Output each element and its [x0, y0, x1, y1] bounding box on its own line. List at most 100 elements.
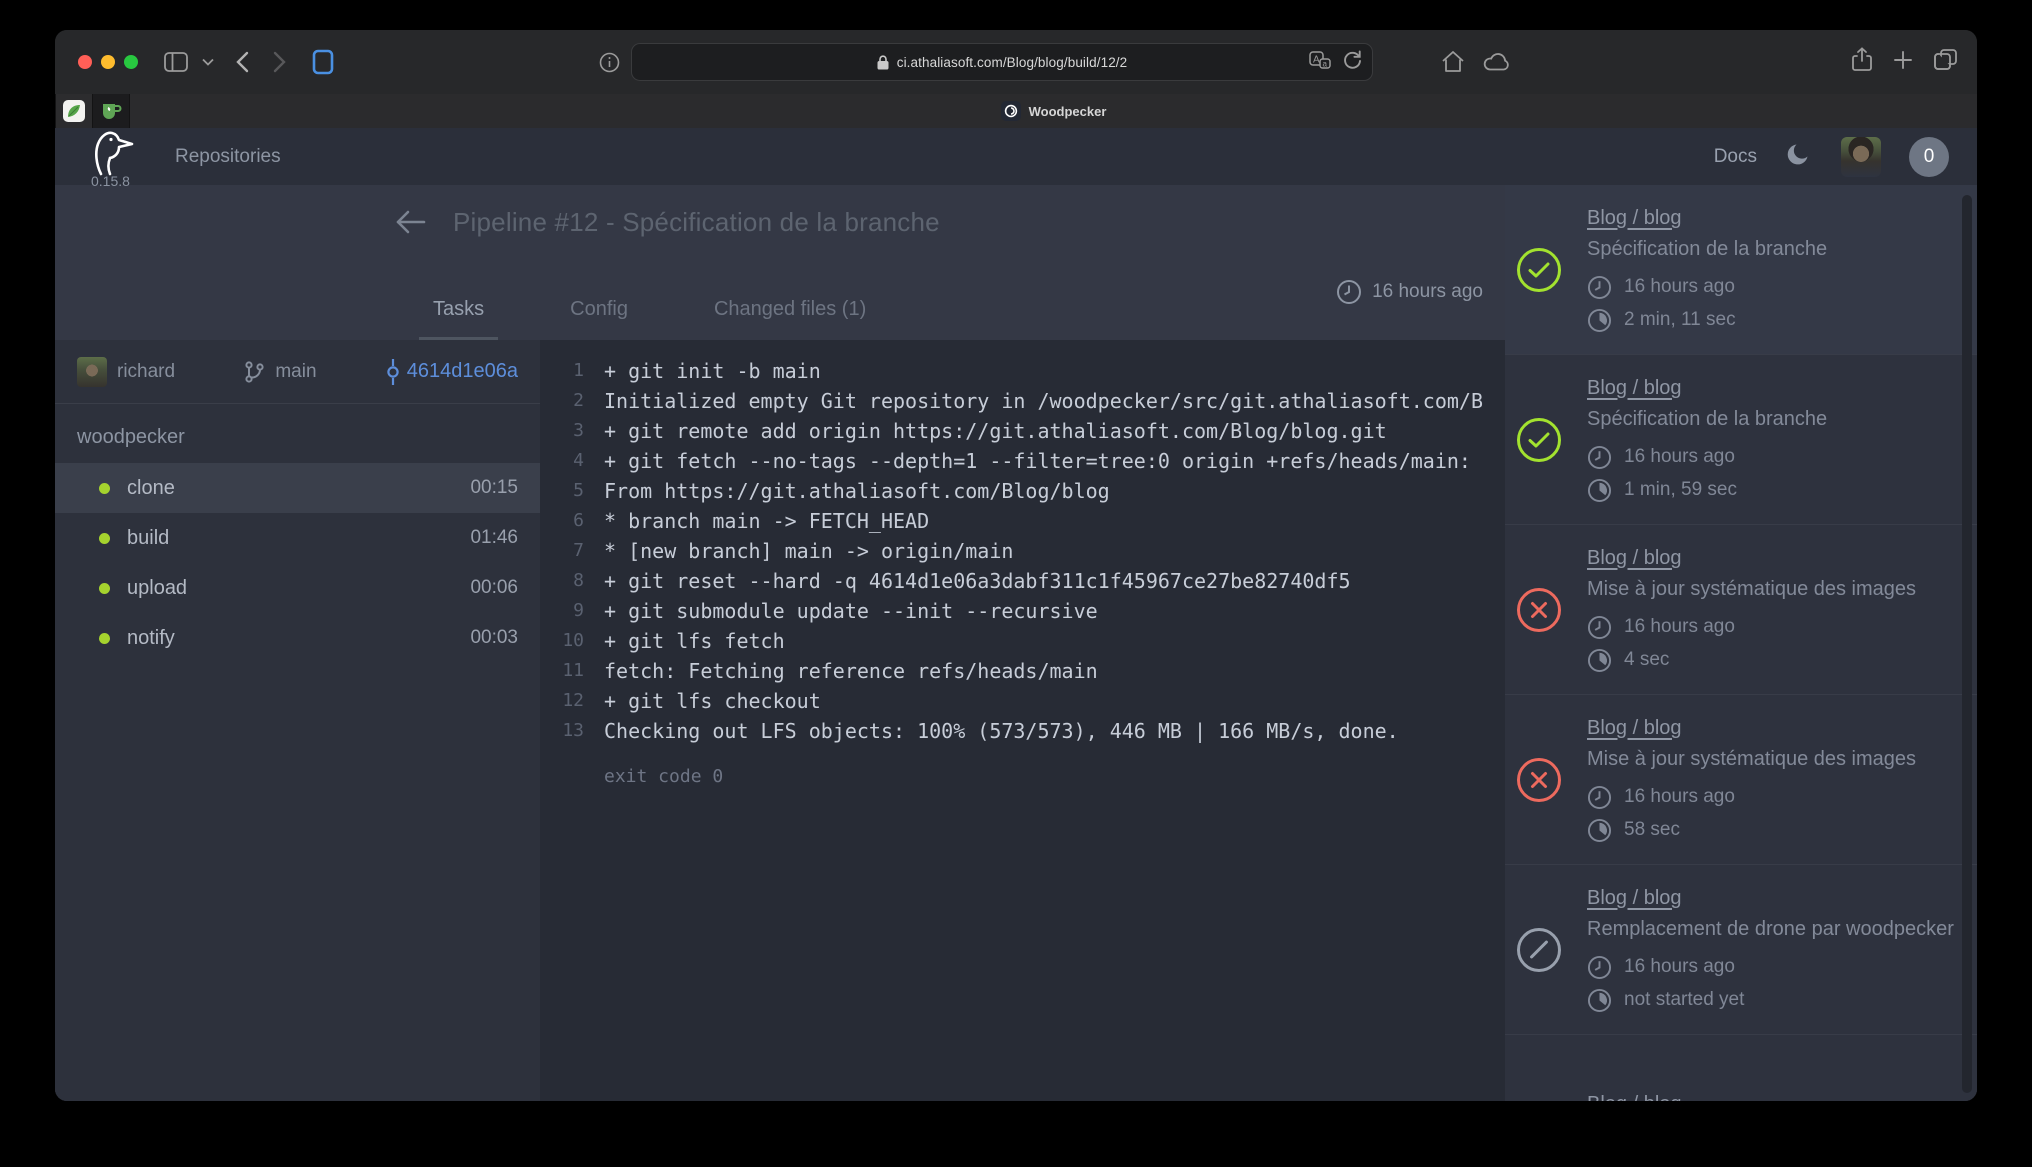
workflow-group-label: woodpecker	[55, 404, 540, 463]
log-output[interactable]: 1+ git init -b main 2Initialized empty G…	[540, 340, 1505, 1101]
info-icon[interactable]	[599, 52, 620, 78]
task-row-notify[interactable]: notify 00:03	[55, 613, 540, 663]
branch-name: main	[275, 361, 316, 383]
feather-favicon-icon	[63, 100, 85, 122]
home-icon[interactable]	[1441, 50, 1465, 78]
woodpecker-logo[interactable]: 0.15.8	[85, 128, 139, 185]
repo-link[interactable]: Blog / blog	[1587, 1093, 1682, 1102]
duration-icon	[1587, 988, 1612, 1013]
pipeline-header: Pipeline #12 - Spécification de la branc…	[55, 185, 1505, 340]
log-line: 4+ git fetch --no-tags --depth=1 --filte…	[540, 446, 1505, 476]
tab-woodpecker[interactable]: Woodpecker	[130, 94, 1977, 128]
pipeline-created: 16 hours ago	[1336, 279, 1483, 305]
clock-icon	[1336, 279, 1362, 305]
success-icon	[1517, 418, 1561, 462]
commit-hash: 4614d1e06a	[407, 360, 518, 383]
nav-docs[interactable]: Docs	[1714, 146, 1757, 168]
url-text: ci.athaliasoft.com/Blog/blog/build/12/2	[897, 55, 1128, 70]
task-row-build[interactable]: build 01:46	[55, 513, 540, 563]
repo-link[interactable]: Blog / blog	[1587, 887, 1682, 909]
user-avatar[interactable]	[1841, 137, 1881, 177]
task-status-dot	[99, 633, 110, 644]
branch-icon	[243, 360, 265, 384]
task-row-clone[interactable]: clone 00:15	[55, 463, 540, 513]
commit-message: Spécification de la branche	[1587, 238, 1827, 261]
nav-repositories[interactable]: Repositories	[175, 146, 281, 168]
log-line: 11fetch: Fetching reference refs/heads/m…	[540, 656, 1505, 686]
notification-badge[interactable]: 0	[1909, 137, 1949, 177]
new-tab-icon[interactable]	[1894, 51, 1912, 74]
commit-message: Mise à jour systématique des images	[1587, 748, 1916, 771]
scrollbar[interactable]	[1962, 195, 1972, 1093]
clock-icon	[1587, 955, 1612, 980]
log-line: 3+ git remote add origin https://git.ath…	[540, 416, 1505, 446]
log-line: 6* branch main -> FETCH_HEAD	[540, 506, 1505, 536]
duration-icon	[1587, 818, 1612, 843]
pipeline-list-sidebar: Blog / blog Spécification de la branche …	[1505, 185, 1977, 1101]
svg-text:A: A	[1313, 54, 1320, 65]
clock-icon	[1587, 275, 1612, 300]
browser-window: ci.athaliasoft.com/Blog/blog/build/12/2 …	[55, 30, 1977, 1101]
duration-icon	[1587, 308, 1612, 333]
pipeline-card[interactable]: Blog / blog Remplacement de drone par wo…	[1505, 1035, 1977, 1101]
author-name: richard	[117, 361, 175, 383]
woodpecker-favicon-icon	[1001, 101, 1021, 121]
pipeline-card[interactable]: Blog / blog Remplacement de drone par wo…	[1505, 865, 1977, 1035]
tab-bar: Woodpecker	[55, 94, 1977, 128]
log-line: 10+ git lfs fetch	[540, 626, 1505, 656]
commit-branch: main	[243, 360, 316, 384]
tab-config[interactable]: Config	[556, 298, 642, 340]
browser-toolbar: ci.athaliasoft.com/Blog/blog/build/12/2 …	[55, 30, 1977, 94]
tab-tasks[interactable]: Tasks	[419, 298, 498, 340]
close-window-button[interactable]	[78, 55, 92, 69]
commit-link[interactable]: 4614d1e06a	[385, 359, 518, 385]
repo-link[interactable]: Blog / blog	[1587, 207, 1682, 229]
pinned-tab-gitea-cup[interactable]	[93, 94, 129, 128]
pipeline-title: Pipeline #12 - Spécification de la branc…	[453, 207, 940, 238]
svg-text:a: a	[1323, 59, 1328, 68]
repo-link[interactable]: Blog / blog	[1587, 547, 1682, 569]
failure-icon	[1517, 758, 1561, 802]
back-arrow-icon[interactable]	[395, 209, 427, 240]
task-status-dot	[99, 583, 110, 594]
task-row-upload[interactable]: upload 00:06	[55, 563, 540, 613]
zoom-window-button[interactable]	[124, 55, 138, 69]
pipeline-card[interactable]: Blog / blog Spécification de la branche …	[1505, 355, 1977, 525]
document-icon[interactable]	[312, 49, 334, 75]
commit-message: Mise à jour systématique des images	[1587, 578, 1916, 601]
duration-icon	[1587, 648, 1612, 673]
minimize-window-button[interactable]	[101, 55, 115, 69]
translate-icon[interactable]: Aa	[1309, 51, 1331, 74]
log-line: 9+ git submodule update --init --recursi…	[540, 596, 1505, 626]
cloud-icon[interactable]	[1483, 52, 1511, 76]
pipeline-card[interactable]: Blog / blog Mise à jour systématique des…	[1505, 695, 1977, 865]
commit-icon	[385, 359, 401, 385]
log-line: 5From https://git.athaliasoft.com/Blog/b…	[540, 476, 1505, 506]
sidebar-toggle-icon[interactable]	[164, 52, 188, 72]
log-line: 12+ git lfs checkout	[540, 686, 1505, 716]
url-bar[interactable]: ci.athaliasoft.com/Blog/blog/build/12/2 …	[631, 43, 1373, 81]
tab-changed-files[interactable]: Changed files (1)	[700, 298, 880, 340]
pinned-tab-gitea-feather[interactable]	[56, 94, 92, 128]
clock-icon	[1587, 785, 1612, 810]
exit-code: exit code 0	[604, 766, 1505, 787]
chevron-down-icon[interactable]	[202, 58, 214, 66]
pipeline-card[interactable]: Blog / blog Mise à jour systématique des…	[1505, 525, 1977, 695]
commit-message: Remplacement de drone par woodpecker	[1587, 918, 1954, 941]
app-navbar: 0.15.8 Repositories Docs 0	[55, 128, 1977, 185]
log-line: 2Initialized empty Git repository in /wo…	[540, 386, 1505, 416]
clock-icon	[1587, 615, 1612, 640]
repo-link[interactable]: Blog / blog	[1587, 377, 1682, 399]
woodpecker-app: 0.15.8 Repositories Docs 0 Pipeline #12 …	[55, 128, 1977, 1101]
back-button[interactable]	[236, 51, 249, 73]
share-icon[interactable]	[1852, 47, 1872, 77]
tab-overview-icon[interactable]	[1934, 49, 1957, 75]
reload-icon[interactable]	[1343, 50, 1362, 75]
pipeline-card[interactable]: Blog / blog Spécification de la branche …	[1505, 185, 1977, 355]
repo-link[interactable]: Blog / blog	[1587, 717, 1682, 739]
pipeline-created-text: 16 hours ago	[1372, 281, 1483, 303]
dark-mode-toggle-moon-icon[interactable]	[1785, 140, 1813, 173]
success-icon	[1517, 248, 1561, 292]
pipeline-tabs: Tasks Config Changed files (1)	[419, 298, 880, 340]
forward-button[interactable]	[273, 51, 286, 73]
